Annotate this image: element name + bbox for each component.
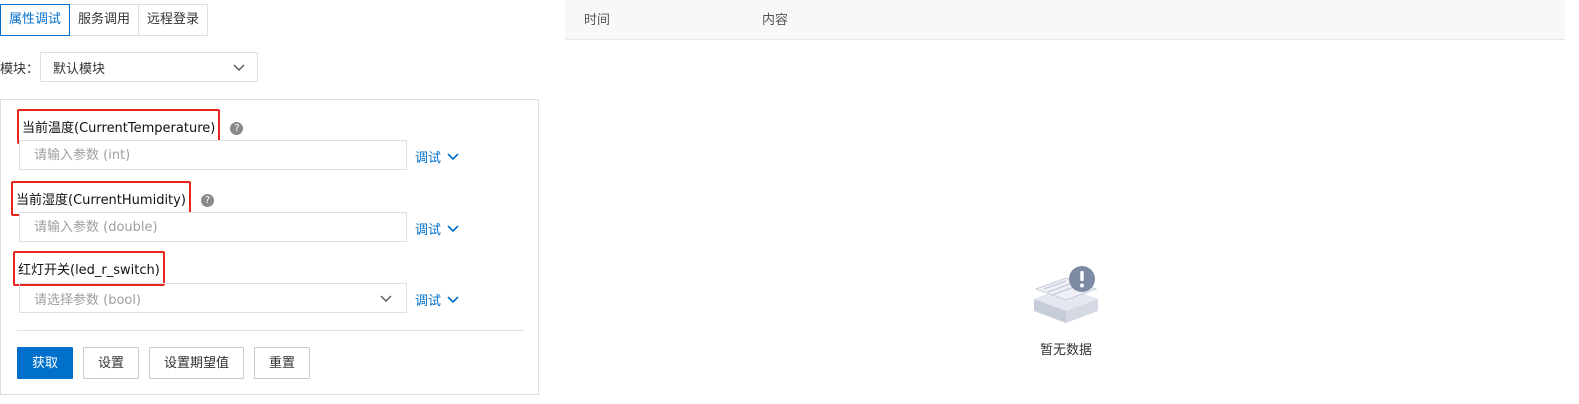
get-button[interactable]: 获取 xyxy=(17,347,74,379)
select-placeholder: 请选择参数 (bool) xyxy=(34,292,142,308)
module-label: 模块： xyxy=(0,61,40,77)
debug-dropdown[interactable]: 调试 xyxy=(415,147,459,166)
help-icon[interactable]: ? xyxy=(201,194,215,207)
empty-state: 暂无数据 xyxy=(1030,265,1102,358)
tab-property-debug[interactable]: 属性调试 xyxy=(0,4,71,36)
property-label-text: 当前温度(CurrentTemperature) xyxy=(22,121,216,136)
debug-label: 调试 xyxy=(415,294,442,309)
chevron-down-icon xyxy=(447,295,459,303)
property-label: 当前温度(CurrentTemperature) xyxy=(17,109,221,144)
chevron-down-icon xyxy=(380,295,392,302)
property-label: 当前湿度(CurrentHumidity) xyxy=(11,181,191,216)
debug-label: 调试 xyxy=(415,223,442,238)
debug-label: 调试 xyxy=(415,151,442,166)
property-label-text: 当前湿度(CurrentHumidity) xyxy=(16,193,186,208)
set-button[interactable]: 设置 xyxy=(83,347,140,379)
tab-service-call[interactable]: 服务调用 xyxy=(69,4,140,36)
chevron-down-icon xyxy=(447,224,459,232)
debug-dropdown[interactable]: 调试 xyxy=(415,219,459,238)
table-header: 时间 内容 xyxy=(565,0,1565,40)
property-panel: 当前温度(CurrentTemperature) ? 调试 当前湿度(Curre… xyxy=(0,99,539,395)
property-current-temperature: 当前温度(CurrentTemperature) ? 调试 xyxy=(17,109,537,170)
led-switch-select[interactable]: 请选择参数 (bool) xyxy=(19,283,407,313)
property-label-text: 红灯开关(led_r_switch) xyxy=(18,263,160,278)
property-led-r-switch: 红灯开关(led_r_switch) 请选择参数 (bool) 调试 xyxy=(13,251,537,313)
tab-remote-login[interactable]: 远程登录 xyxy=(138,4,209,36)
column-header-time: 时间 xyxy=(584,13,611,28)
property-current-humidity: 当前湿度(CurrentHumidity) ? 调试 xyxy=(11,181,537,242)
humidity-input[interactable] xyxy=(19,212,407,242)
empty-state-text: 暂无数据 xyxy=(1039,343,1092,358)
module-select-value: 默认模块 xyxy=(53,61,106,77)
log-panel: 时间 内容 暂无数据 xyxy=(565,0,1565,404)
reset-button[interactable]: 重置 xyxy=(254,347,311,379)
empty-data-icon xyxy=(1034,266,1098,323)
module-row: 模块： 默认模块 xyxy=(0,52,258,82)
temperature-input[interactable] xyxy=(19,140,407,170)
chevron-down-icon xyxy=(233,64,245,71)
action-buttons: 获取 设置 设置期望值 重置 xyxy=(17,347,311,379)
property-label: 红灯开关(led_r_switch) xyxy=(13,251,165,286)
divider xyxy=(17,330,524,331)
column-header-content: 内容 xyxy=(762,13,789,28)
debug-dropdown[interactable]: 调试 xyxy=(415,290,459,309)
module-select[interactable]: 默认模块 xyxy=(40,52,258,82)
set-expected-button[interactable]: 设置期望值 xyxy=(149,347,245,379)
help-icon[interactable]: ? xyxy=(230,122,244,135)
chevron-down-icon xyxy=(447,152,459,160)
tab-bar: 属性调试 服务调用 远程登录 xyxy=(0,4,209,36)
